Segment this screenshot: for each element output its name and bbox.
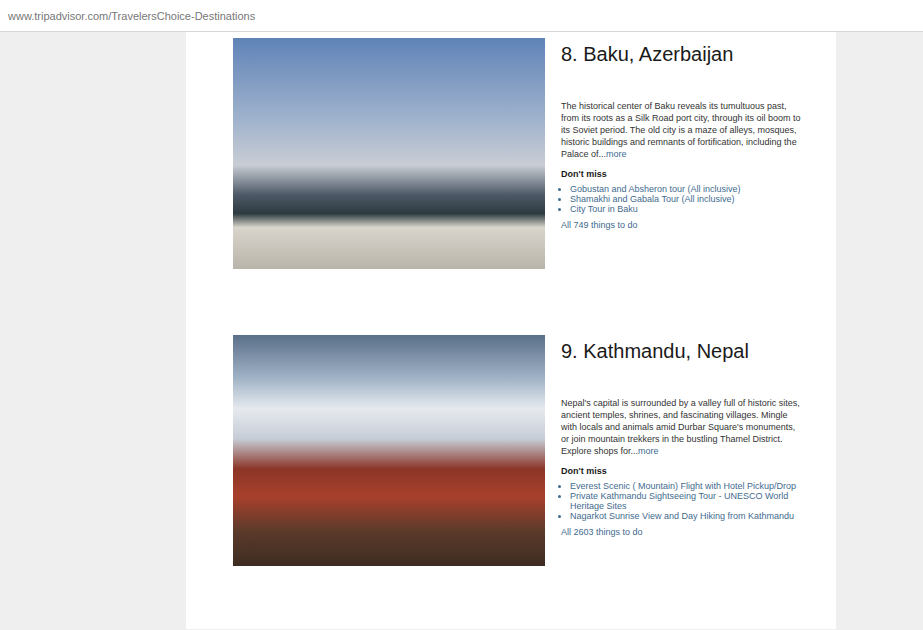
page: www.tripadvisor.com/TravelersChoice-Dest… xyxy=(0,0,923,630)
dont-miss-list: Everest Scenic ( Mountain) Flight with H… xyxy=(561,481,801,521)
page-background: 8. Baku, Azerbaijan The historical center… xyxy=(0,32,923,629)
tour-link[interactable]: City Tour in Baku xyxy=(570,204,638,214)
destination-info: 9. Kathmandu, Nepal Nepal's capital is su… xyxy=(561,335,801,538)
tour-link[interactable]: Everest Scenic ( Mountain) Flight with H… xyxy=(570,481,796,491)
url-text[interactable]: www.tripadvisor.com/TravelersChoice-Dest… xyxy=(8,10,255,22)
tour-link[interactable]: Shamakhi and Gabala Tour (All inclusive) xyxy=(570,194,734,204)
tour-link[interactable]: Gobustan and Absheron tour (All inclusiv… xyxy=(570,184,741,194)
description-text: Nepal's capital is surrounded by a valle… xyxy=(561,398,800,456)
dont-miss-item[interactable]: Gobustan and Absheron tour (All inclusiv… xyxy=(570,184,801,194)
destination-info: 8. Baku, Azerbaijan The historical center… xyxy=(561,38,801,231)
dont-miss-item[interactable]: Nagarkot Sunrise View and Day Hiking fro… xyxy=(570,511,801,521)
destination-title[interactable]: 9. Kathmandu, Nepal xyxy=(561,339,801,363)
dont-miss-list: Gobustan and Absheron tour (All inclusiv… xyxy=(561,184,801,214)
dont-miss-label: Don't miss xyxy=(561,169,801,179)
all-things-link[interactable]: All 749 things to do xyxy=(561,219,801,231)
destination-photo[interactable] xyxy=(233,38,545,269)
dont-miss-item[interactable]: Private Kathmandu Sightseeing Tour - UNE… xyxy=(570,491,801,511)
destination-card: 9. Kathmandu, Nepal Nepal's capital is su… xyxy=(233,335,836,566)
destination-title[interactable]: 8. Baku, Azerbaijan xyxy=(561,42,801,66)
dont-miss-item[interactable]: Everest Scenic ( Mountain) Flight with H… xyxy=(570,481,801,491)
all-things-link[interactable]: All 2603 things to do xyxy=(561,526,801,538)
tour-link[interactable]: Private Kathmandu Sightseeing Tour - UNE… xyxy=(570,491,788,511)
destination-photo[interactable] xyxy=(233,335,545,566)
description-text: The historical center of Baku reveals it… xyxy=(561,101,800,159)
destination-card: 8. Baku, Azerbaijan The historical center… xyxy=(233,38,836,269)
dont-miss-item[interactable]: Shamakhi and Gabala Tour (All inclusive) xyxy=(570,194,801,204)
more-link[interactable]: more xyxy=(606,149,627,159)
content-column: 8. Baku, Azerbaijan The historical center… xyxy=(186,32,836,629)
dont-miss-item[interactable]: City Tour in Baku xyxy=(570,204,801,214)
tour-link[interactable]: Nagarkot Sunrise View and Day Hiking fro… xyxy=(570,511,794,521)
destination-description: The historical center of Baku reveals it… xyxy=(561,100,801,160)
destination-description: Nepal's capital is surrounded by a valle… xyxy=(561,397,801,457)
more-link[interactable]: more xyxy=(638,446,659,456)
dont-miss-label: Don't miss xyxy=(561,466,801,476)
address-bar[interactable]: www.tripadvisor.com/TravelersChoice-Dest… xyxy=(0,0,923,32)
